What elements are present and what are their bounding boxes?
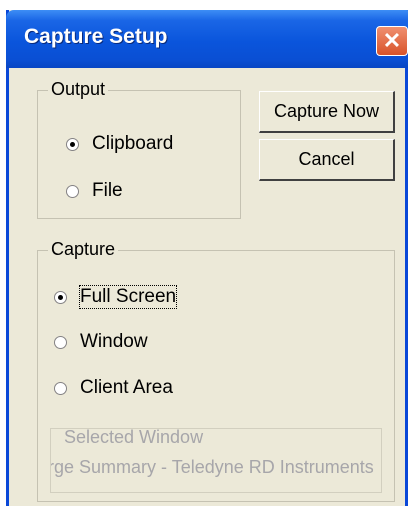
capture-group: Capture Full Screen Window Client Area S… bbox=[37, 239, 395, 502]
output-group-label: Output bbox=[48, 79, 109, 100]
radio-button[interactable] bbox=[54, 335, 67, 349]
radio-file[interactable]: File bbox=[66, 180, 123, 202]
selected-window-value: Discharge Summary - Teledyne RD Instrume… bbox=[51, 457, 374, 477]
close-button[interactable]: ✕ bbox=[376, 26, 408, 56]
radio-button[interactable] bbox=[54, 290, 67, 304]
window-title: Capture Setup bbox=[24, 25, 168, 48]
selected-window-value-clip: Discharge Summary - Teledyne RD Instrume… bbox=[51, 429, 381, 492]
radio-button[interactable] bbox=[66, 184, 79, 198]
radio-label: Client Area bbox=[80, 377, 173, 398]
radio-client-area[interactable]: Client Area bbox=[54, 377, 173, 399]
capture-group-label: Capture bbox=[48, 239, 119, 260]
radio-label: Window bbox=[80, 331, 148, 352]
radio-full-screen[interactable]: Full Screen bbox=[54, 285, 178, 309]
radio-button[interactable] bbox=[54, 381, 67, 395]
radio-window[interactable]: Window bbox=[54, 331, 148, 353]
close-icon: ✕ bbox=[382, 28, 402, 53]
output-group: Output Clipboard File bbox=[37, 79, 241, 219]
radio-label: Clipboard bbox=[92, 133, 174, 154]
radio-label: File bbox=[92, 180, 123, 201]
radio-clipboard[interactable]: Clipboard bbox=[66, 133, 173, 155]
cancel-button[interactable]: Cancel bbox=[259, 139, 395, 181]
capture-setup-dialog: Capture Setup ✕ Output Clipboard File Ca… bbox=[6, 10, 408, 506]
radio-label: Full Screen bbox=[78, 285, 178, 309]
selected-window-group: Selected Window Discharge Summary - Tele… bbox=[50, 428, 382, 493]
capture-now-button[interactable]: Capture Now bbox=[259, 91, 395, 133]
title-bar[interactable]: Capture Setup ✕ bbox=[6, 10, 408, 68]
radio-button[interactable] bbox=[66, 137, 79, 151]
